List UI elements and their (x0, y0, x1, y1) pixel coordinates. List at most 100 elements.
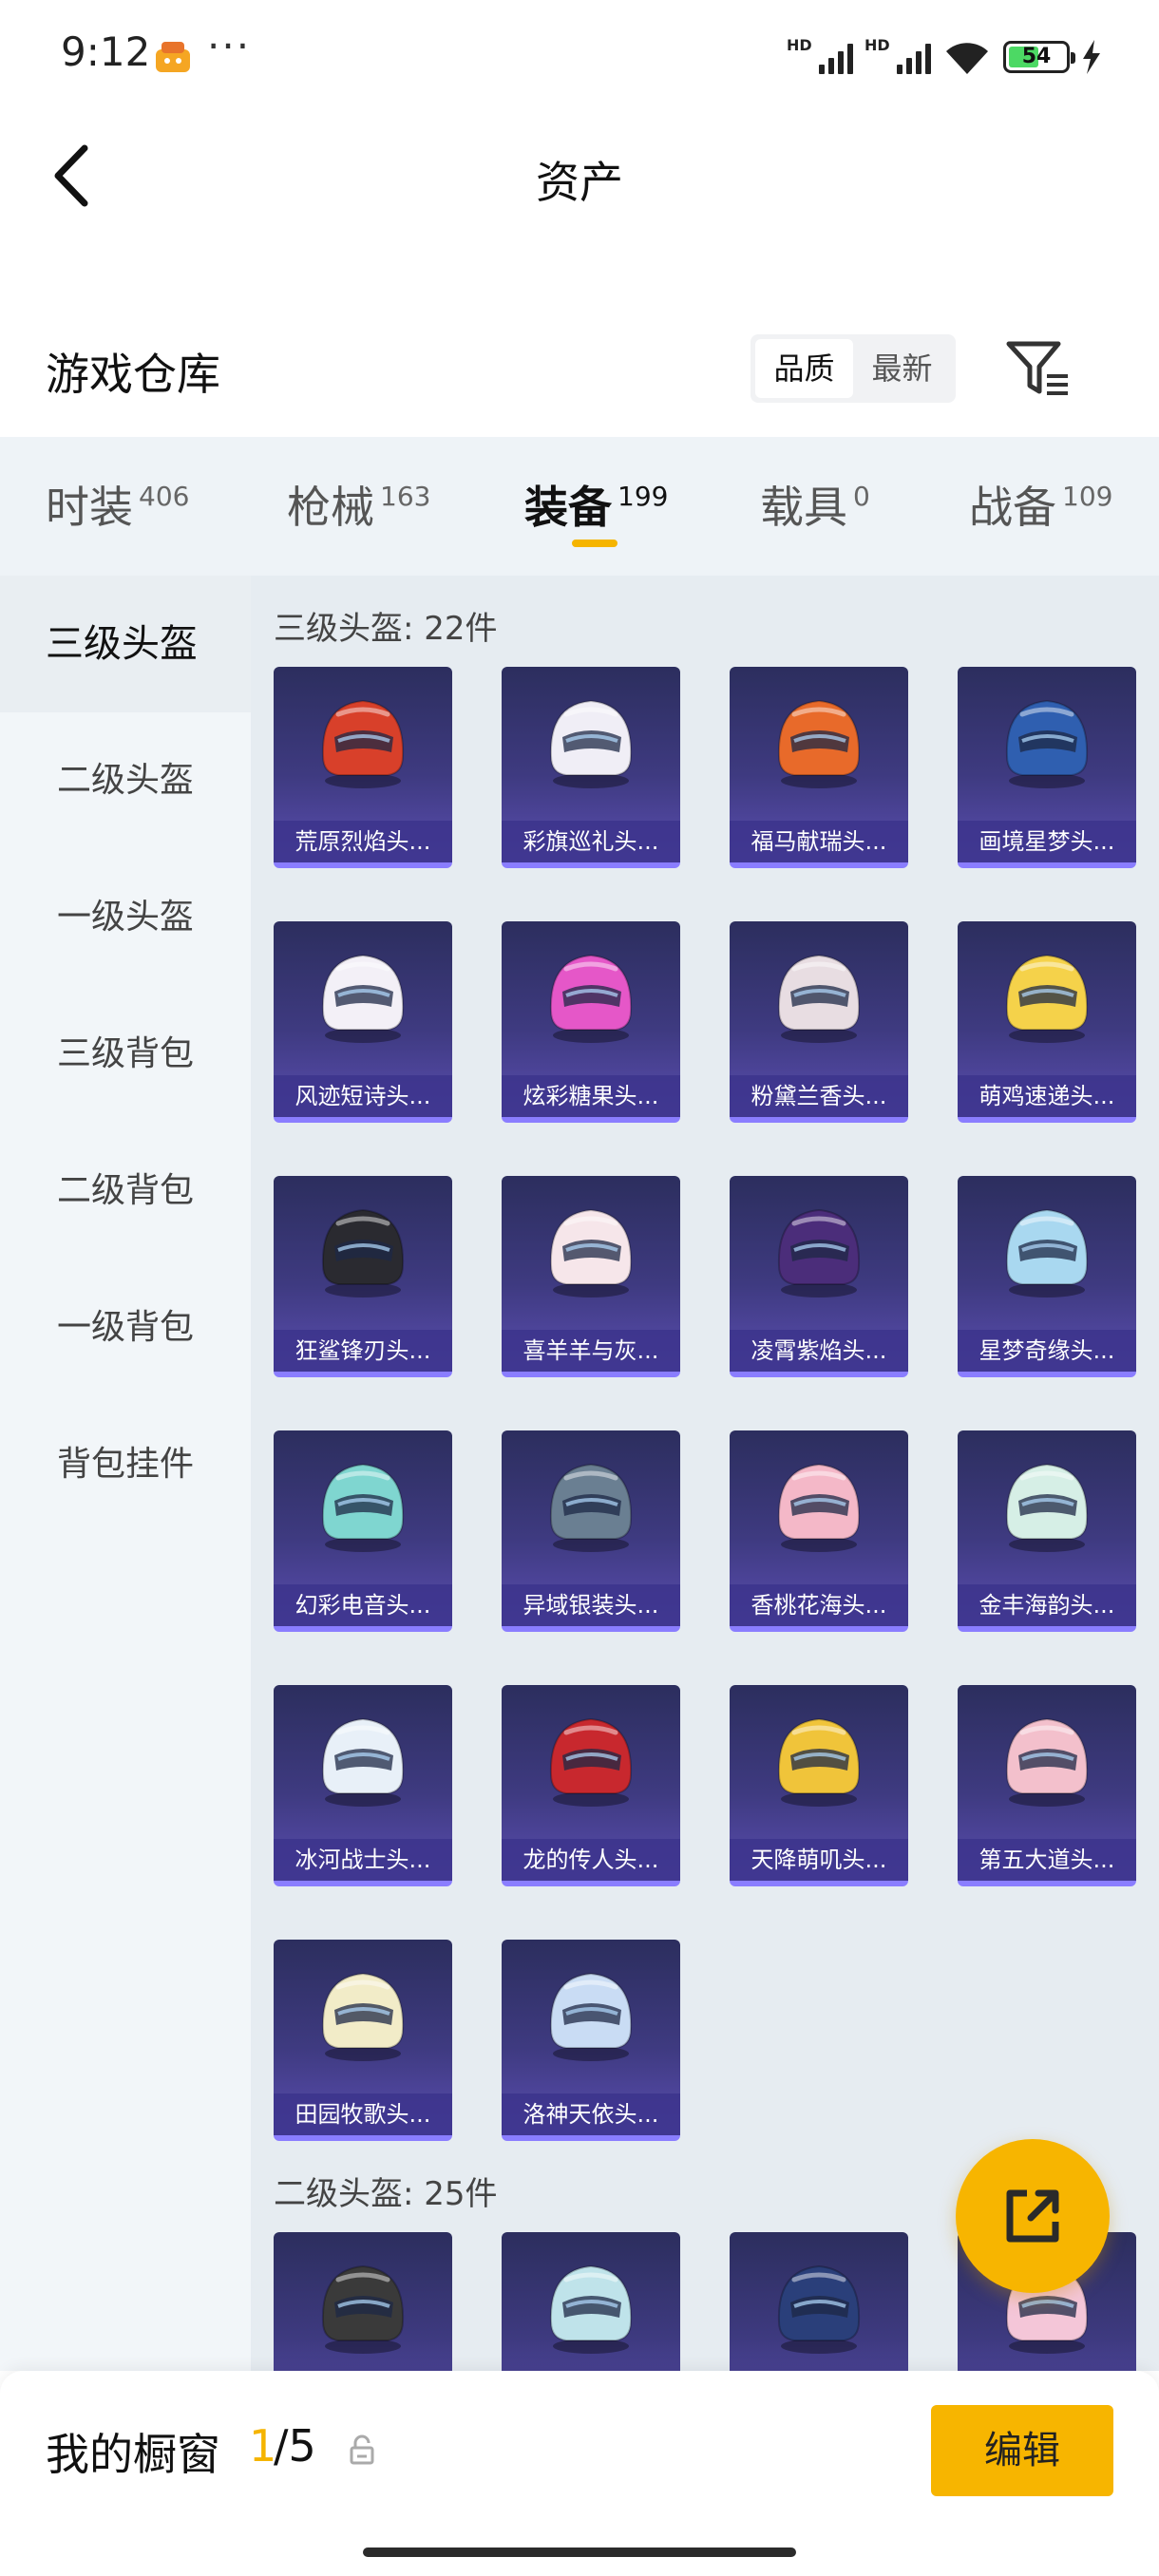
item-card[interactable]: 异域银装头... (502, 1430, 680, 1632)
helmet-icon (549, 1463, 633, 1552)
sidebar-item-lv2-helmet[interactable]: 二级头盔 (0, 712, 251, 849)
tab-equipment[interactable]: 装备 199 (524, 473, 668, 536)
home-indicator (363, 2548, 796, 2557)
status-bar: 9:12 ··· HD HD 54 (0, 0, 1159, 114)
item-card[interactable]: 金丰海韵头... (958, 1430, 1136, 1632)
item-card-label: 洛神天依头... (502, 2093, 680, 2135)
item-card-label: 田园牧歌头... (274, 2093, 452, 2135)
item-card[interactable]: 田园牧歌头... (274, 1940, 452, 2141)
tab-vehicles[interactable]: 载具 0 (760, 473, 870, 536)
tab-label: 枪械 (287, 482, 374, 533)
helmet-icon (1005, 1463, 1089, 1552)
active-tab-indicator (572, 540, 618, 547)
sidebar-item-lv3-backpack[interactable]: 三级背包 (0, 986, 251, 1123)
sub-category-sidebar: 三级头盔 二级头盔 一级头盔 三级背包 二级背包 一级背包 背包挂件 (0, 576, 251, 2371)
item-grid: 三级头盔: 22件 二级头盔: 25件 荒原烈焰头... 彩旗巡礼头... 福马献瑞… (251, 576, 1159, 2371)
tab-supplies[interactable]: 战备 109 (969, 473, 1112, 536)
showcase-current-count: 1 (249, 2420, 277, 2472)
item-card[interactable]: 萌鸡速递头... (958, 921, 1136, 1123)
tab-count: 406 (139, 481, 190, 512)
section-title-lv2-helmet: 二级头盔: 25件 (274, 2175, 498, 2213)
helmet-icon (549, 1717, 633, 1807)
helmet-icon (777, 699, 861, 788)
item-card[interactable]: 彩旗巡礼头... (502, 667, 680, 868)
filter-button[interactable] (1005, 338, 1072, 399)
helmet-icon (1005, 954, 1089, 1043)
helmet-icon (321, 2264, 405, 2354)
item-card[interactable]: 天降萌叽头... (730, 1685, 908, 1886)
item-card-label: 福马献瑞头... (730, 821, 908, 862)
helmet-icon (321, 1972, 405, 2061)
item-card-label: 金丰海韵头... (958, 1584, 1136, 1626)
tab-count: 109 (1062, 481, 1113, 512)
helmet-icon (549, 699, 633, 788)
helmet-icon (321, 699, 405, 788)
sidebar-item-lv1-backpack[interactable]: 一级背包 (0, 1260, 251, 1396)
section-title-lv3-helmet: 三级头盔: 22件 (274, 610, 498, 648)
item-card-label: 香桃花海头... (730, 1584, 908, 1626)
item-card[interactable]: 幻彩电音头... (274, 1430, 452, 1632)
item-card[interactable] (274, 2232, 452, 2371)
item-card-label: 炫彩糖果头... (502, 1075, 680, 1117)
item-card[interactable]: 福马献瑞头... (730, 667, 908, 868)
sort-quality-button[interactable]: 品质 (755, 339, 853, 398)
battery-level: 54 (1021, 45, 1052, 68)
helmet-icon (321, 954, 405, 1043)
showcase-bar: 我的橱窗 1 /5 编辑 (0, 2371, 1159, 2576)
item-card[interactable]: 龙的传人头... (502, 1685, 680, 1886)
tab-count: 199 (618, 481, 669, 512)
edit-button[interactable]: 编辑 (931, 2405, 1113, 2496)
item-card[interactable]: 洛神天依头... (502, 1940, 680, 2141)
tab-label: 战备 (969, 482, 1056, 533)
header-bar: 资产 (0, 114, 1159, 237)
helmet-icon (321, 1463, 405, 1552)
sidebar-item-lv3-helmet[interactable]: 三级头盔 (0, 576, 251, 712)
sidebar-item-lv2-backpack[interactable]: 二级背包 (0, 1123, 251, 1260)
helmet-icon (1005, 699, 1089, 788)
charging-icon (1083, 40, 1100, 74)
item-card-label: 风迹短诗头... (274, 1075, 452, 1117)
item-card-label: 异域银装头... (502, 1584, 680, 1626)
item-card-label: 粉黛兰香头... (730, 1075, 908, 1117)
tab-firearms[interactable]: 枪械 163 (287, 473, 430, 536)
sort-latest-button[interactable]: 最新 (853, 339, 951, 398)
sort-toggle: 品质 最新 (750, 334, 956, 403)
share-button[interactable] (956, 2139, 1110, 2293)
item-card[interactable]: 画境星梦头... (958, 667, 1136, 868)
helmet-icon (777, 2264, 861, 2354)
helmet-icon (549, 954, 633, 1043)
helmet-icon (549, 1208, 633, 1297)
item-card[interactable] (502, 2232, 680, 2371)
tab-fashion[interactable]: 时装 406 (46, 473, 189, 536)
item-card[interactable]: 星梦奇缘头... (958, 1176, 1136, 1377)
app-notification-icon (156, 42, 190, 72)
item-card[interactable] (730, 2232, 908, 2371)
sidebar-item-lv1-helmet[interactable]: 一级头盔 (0, 849, 251, 986)
item-card[interactable]: 炫彩糖果头... (502, 921, 680, 1123)
helmet-icon (777, 1208, 861, 1297)
tab-label: 载具 (760, 482, 847, 533)
helmet-icon (777, 1463, 861, 1552)
helmet-icon (549, 2264, 633, 2354)
item-card[interactable]: 风迹短诗头... (274, 921, 452, 1123)
helmet-icon (321, 1208, 405, 1297)
tab-count: 163 (380, 481, 431, 512)
sidebar-item-backpack-charm[interactable]: 背包挂件 (0, 1396, 251, 1533)
item-card[interactable]: 香桃花海头... (730, 1430, 908, 1632)
item-card[interactable]: 凌霄紫焰头... (730, 1176, 908, 1377)
wifi-icon (946, 43, 988, 74)
helmet-icon (777, 1717, 861, 1807)
item-card[interactable]: 粉黛兰香头... (730, 921, 908, 1123)
tab-count: 0 (853, 481, 870, 512)
item-card[interactable]: 喜羊羊与灰... (502, 1176, 680, 1377)
item-card[interactable]: 狂鲨锋刃头... (274, 1176, 452, 1377)
item-card[interactable]: 冰河战士头... (274, 1685, 452, 1886)
helmet-icon (549, 1972, 633, 2061)
showcase-title: 我的橱窗 (46, 2429, 220, 2480)
warehouse-title: 游戏仓库 (46, 349, 220, 400)
item-card[interactable]: 第五大道头... (958, 1685, 1136, 1886)
item-card-label: 喜羊羊与灰... (502, 1330, 680, 1372)
item-card-label: 第五大道头... (958, 1839, 1136, 1881)
item-card-label: 狂鲨锋刃头... (274, 1330, 452, 1372)
item-card[interactable]: 荒原烈焰头... (274, 667, 452, 868)
